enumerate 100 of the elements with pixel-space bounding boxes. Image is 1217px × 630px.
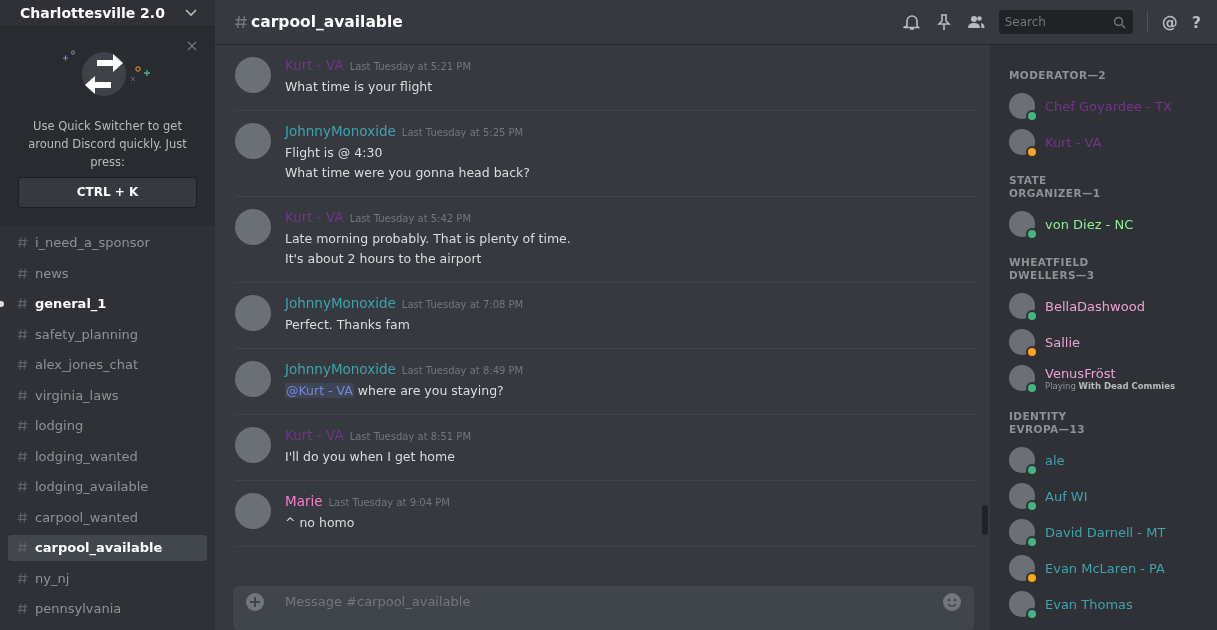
role-heading: WHEATFIELD DWELLERS—3 bbox=[1009, 256, 1096, 282]
channel-item[interactable]: lodging_available bbox=[8, 473, 207, 500]
server-name[interactable]: Charlottesville 2.0 bbox=[20, 4, 165, 21]
message-text: Flight is @ 4:30 bbox=[285, 144, 384, 162]
mention-button[interactable]: @ bbox=[1161, 12, 1178, 32]
channel-name: lodging_available bbox=[35, 479, 149, 495]
message-text: @Kurt - VA where are you staying? bbox=[285, 382, 505, 400]
channel-name: carpool_available bbox=[35, 540, 163, 556]
hash-icon bbox=[16, 236, 29, 250]
member-name[interactable]: BellaDashwood bbox=[1045, 298, 1145, 314]
member-name[interactable]: VenusFröst bbox=[1045, 365, 1176, 381]
channel-item[interactable]: ny_nj bbox=[8, 565, 207, 592]
message-timestamp: Last Tuesday at 7:08 PM bbox=[401, 299, 524, 310]
avatar[interactable] bbox=[1009, 129, 1035, 155]
role-heading: IDENTITY EVROPA—13 bbox=[1009, 410, 1086, 436]
channel-item[interactable]: general_1 bbox=[8, 290, 207, 317]
member-name[interactable]: Auf WI bbox=[1045, 488, 1088, 504]
members-icon[interactable] bbox=[966, 13, 985, 31]
channel-item[interactable]: carpool_wanted bbox=[8, 504, 207, 531]
avatar[interactable] bbox=[1009, 329, 1035, 355]
hash-icon bbox=[16, 449, 29, 463]
channel-item[interactable]: safety_planning bbox=[8, 321, 207, 348]
channel-name: carpool_wanted bbox=[35, 509, 138, 525]
avatar[interactable] bbox=[1009, 519, 1035, 545]
message-text: Perfect. Thanks fam bbox=[285, 316, 411, 334]
channel-name: safety_planning bbox=[35, 326, 139, 342]
channel-item[interactable]: lodging bbox=[8, 412, 207, 439]
hash-icon bbox=[16, 541, 29, 555]
channel-name: lodging_wanted bbox=[35, 448, 138, 464]
message-author[interactable]: JohnnyMonoxide bbox=[285, 361, 396, 377]
avatar[interactable] bbox=[1009, 591, 1035, 617]
search-field[interactable]: Search bbox=[998, 10, 1133, 34]
hash-icon bbox=[16, 480, 29, 494]
channel-name: virginia_laws bbox=[35, 387, 119, 403]
channel-item[interactable]: i_need_a_sponsor bbox=[8, 229, 207, 256]
channel-title: carpool_available bbox=[251, 13, 404, 31]
message-author[interactable]: JohnnyMonoxide bbox=[285, 295, 396, 311]
hash-icon bbox=[233, 14, 249, 30]
member-activity: Playing With Dead Commies bbox=[1045, 380, 1176, 391]
role-heading: MODERATOR—2 bbox=[1009, 69, 1108, 82]
message-timestamp: Last Tuesday at 5:25 PM bbox=[401, 127, 524, 138]
channel-item[interactable]: pennsylvania bbox=[8, 595, 207, 622]
channel-name: pennsylvania bbox=[35, 601, 122, 617]
avatar[interactable] bbox=[1009, 365, 1035, 391]
channel-name: lodging bbox=[35, 418, 84, 434]
message-timestamp: Last Tuesday at 9:04 PM bbox=[328, 497, 450, 508]
bell-icon[interactable] bbox=[902, 13, 921, 31]
message-text: I'll do you when I get home bbox=[285, 448, 456, 466]
message-timestamp: Last Tuesday at 8:51 PM bbox=[349, 431, 472, 442]
member-name[interactable]: von Diez - NC bbox=[1045, 216, 1134, 232]
channel-name: alex_jones_chat bbox=[35, 357, 139, 373]
channel-name: general_1 bbox=[35, 296, 107, 312]
hash-icon bbox=[16, 327, 29, 341]
help-button[interactable]: ? bbox=[1191, 12, 1201, 32]
member-name[interactable]: David Darnell - MT bbox=[1045, 524, 1166, 540]
role-heading: STATE ORGANIZER—1 bbox=[1009, 174, 1102, 200]
hash-icon bbox=[16, 571, 29, 585]
message-text: It's about 2 hours to the airport bbox=[285, 250, 483, 268]
hash-icon bbox=[16, 602, 29, 616]
message-text: What time is your flight bbox=[285, 78, 434, 96]
message-author[interactable]: JohnnyMonoxide bbox=[285, 123, 396, 139]
scrollbar-thumb[interactable] bbox=[982, 505, 988, 535]
avatar[interactable] bbox=[1009, 293, 1035, 319]
channel-item[interactable]: virginia_laws bbox=[8, 382, 207, 409]
message-timestamp: Last Tuesday at 8:49 PM bbox=[401, 365, 524, 376]
channel-item[interactable]: alex_jones_chat bbox=[8, 351, 207, 378]
channel-item[interactable]: carpool_available bbox=[8, 534, 207, 561]
avatar[interactable] bbox=[1009, 211, 1035, 237]
shortcut-button[interactable]: CTRL + K bbox=[18, 176, 197, 208]
member-name[interactable]: ale bbox=[1045, 452, 1065, 468]
message-text: Late morning probably. That is plenty of time. bbox=[285, 230, 571, 248]
avatar[interactable] bbox=[1009, 93, 1035, 119]
avatar[interactable] bbox=[1009, 555, 1035, 581]
message-author[interactable]: Marie bbox=[285, 493, 323, 509]
message-text: What time were you gonna head back? bbox=[285, 164, 530, 182]
channel-name: news bbox=[35, 265, 69, 281]
hash-icon bbox=[16, 388, 29, 402]
unread-indicator bbox=[0, 300, 4, 307]
hash-icon bbox=[16, 510, 29, 524]
avatar[interactable] bbox=[1009, 447, 1035, 473]
member-name[interactable]: Evan McLaren - PA bbox=[1045, 560, 1165, 576]
quick-switcher-hint: Use Quick Switcher to get around Discord quickly. Just press: bbox=[27, 117, 188, 171]
channel-item[interactable]: lodging_wanted bbox=[8, 443, 207, 470]
message-timestamp: Last Tuesday at 5:21 PM bbox=[349, 61, 472, 72]
search-icon bbox=[1112, 15, 1126, 29]
channel-name: ny_nj bbox=[35, 570, 70, 586]
hash-icon bbox=[16, 297, 29, 311]
member-name[interactable]: Evan Thomas bbox=[1045, 596, 1133, 612]
chevron-down-icon[interactable] bbox=[185, 8, 197, 17]
hash-icon bbox=[16, 419, 29, 433]
channel-name: i_need_a_sponsor bbox=[35, 235, 150, 251]
user-mention[interactable]: @Kurt - VA bbox=[285, 383, 354, 398]
hash-icon bbox=[16, 358, 29, 372]
hash-icon bbox=[16, 266, 29, 280]
close-icon[interactable] bbox=[187, 40, 197, 51]
pin-icon[interactable] bbox=[934, 13, 953, 31]
channel-item[interactable]: news bbox=[8, 260, 207, 287]
message-text: ^ no homo bbox=[285, 514, 356, 532]
avatar[interactable] bbox=[1009, 483, 1035, 509]
member-name[interactable]: Sallie bbox=[1045, 334, 1081, 350]
